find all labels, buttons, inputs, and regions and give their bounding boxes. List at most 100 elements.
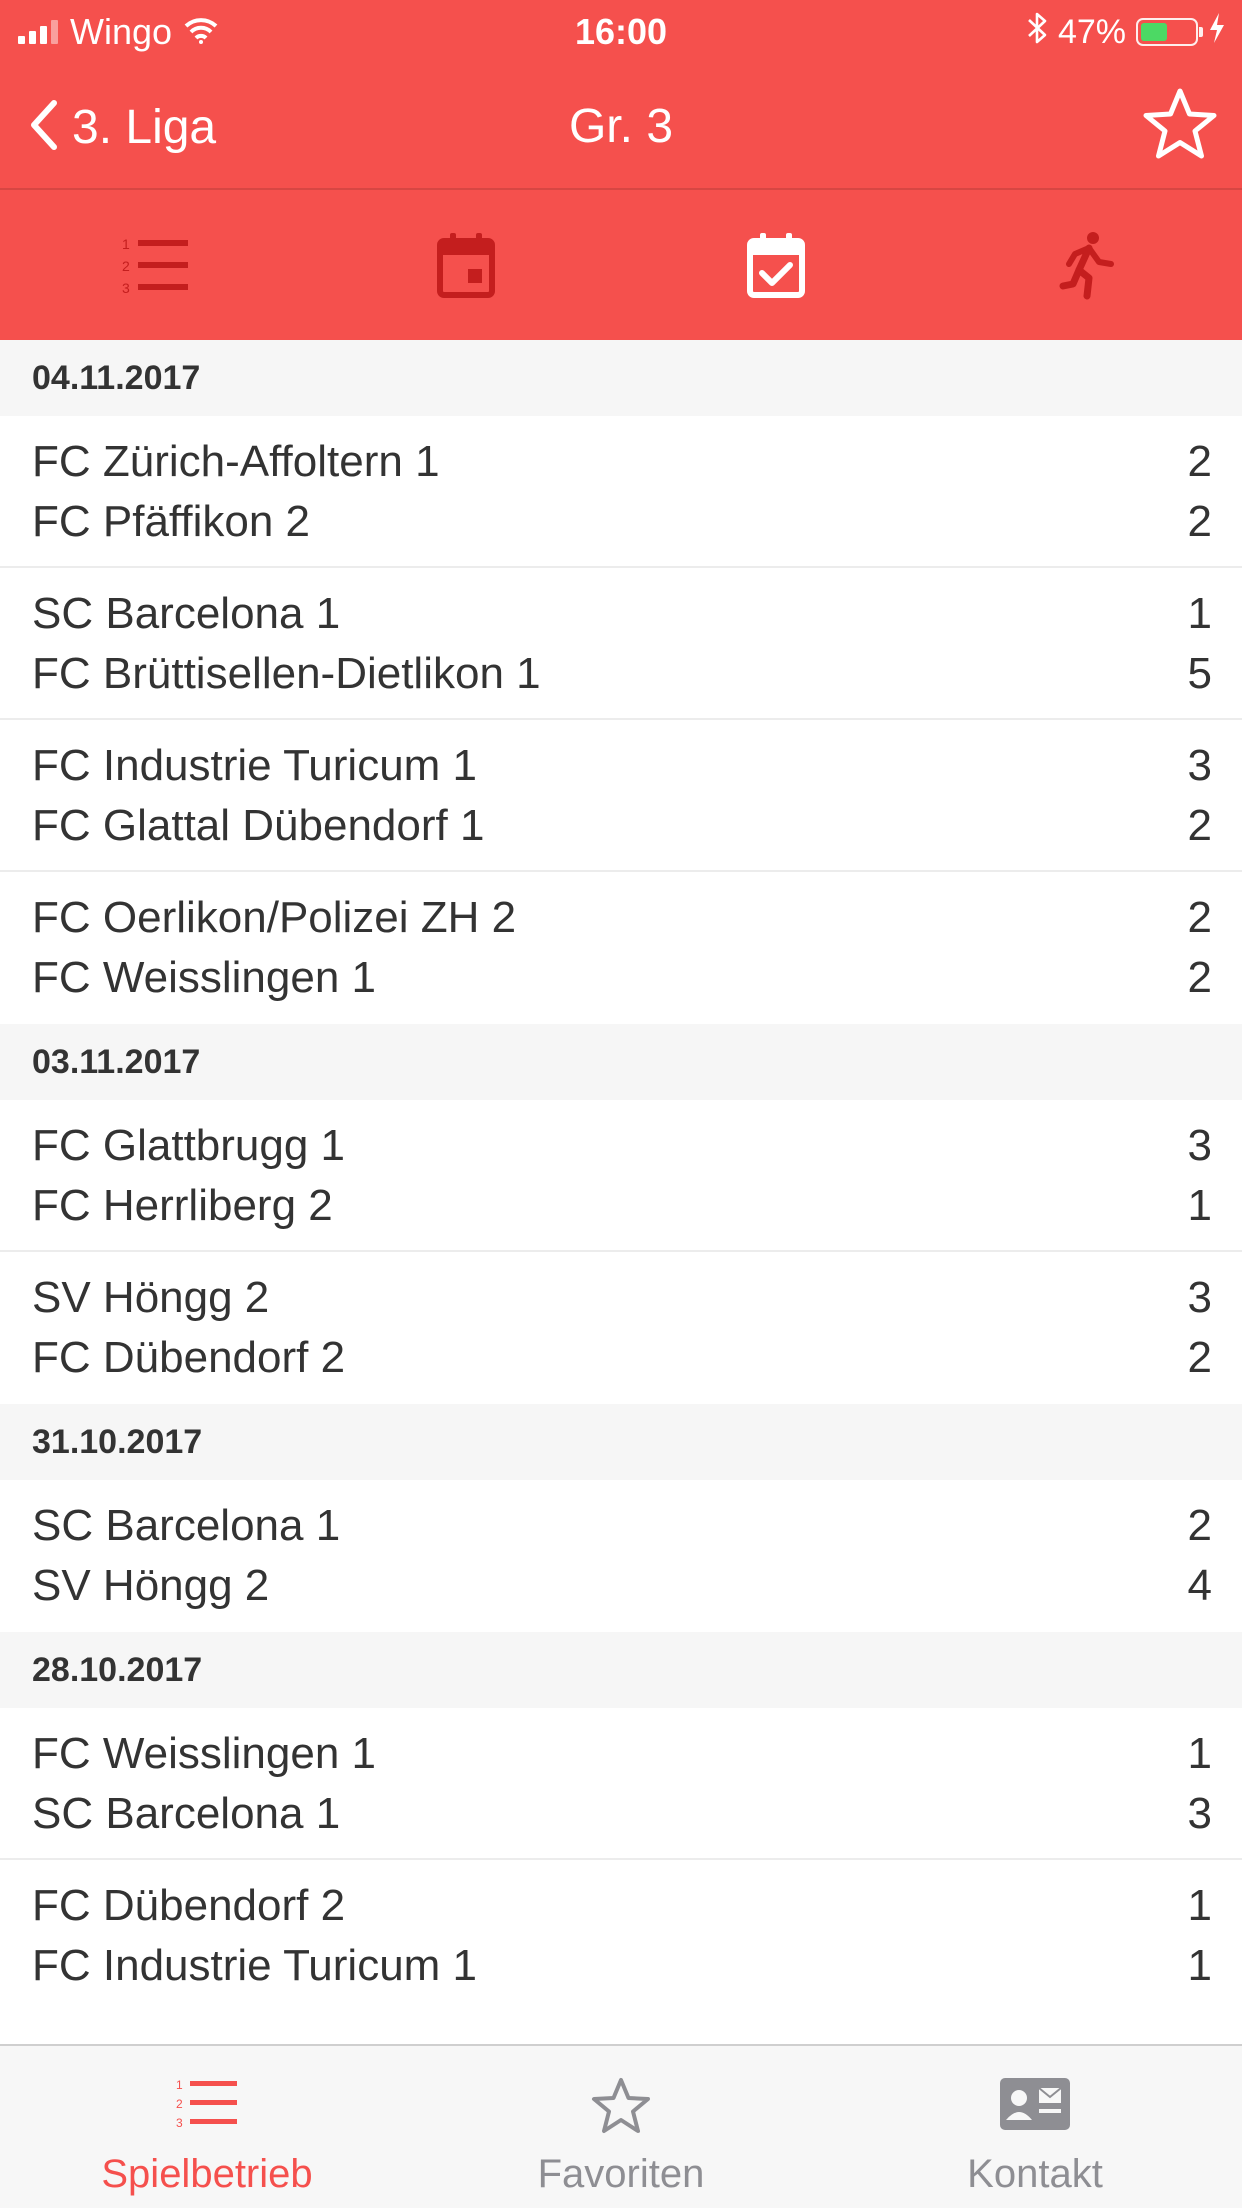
tab-spielbetrieb[interactable]: 1 2 3 Spielbetrieb <box>0 2046 414 2208</box>
tab-label: Kontakt <box>967 2152 1103 2196</box>
home-score: 2 <box>1187 893 1212 942</box>
home-score: 2 <box>1187 437 1212 486</box>
away-line: SV Höngg 2 4 <box>32 1556 1212 1616</box>
running-person-icon <box>1059 232 1114 300</box>
svg-text:2: 2 <box>176 2097 183 2111</box>
tab-schedule[interactable] <box>311 190 622 340</box>
svg-text:2: 2 <box>122 258 130 274</box>
svg-text:1: 1 <box>176 2078 183 2092</box>
away-score: 1 <box>1187 1181 1212 1230</box>
home-line: SC Barcelona 1 2 <box>32 1496 1212 1556</box>
match-row[interactable]: FC Glattbrugg 1 3 FC Herrliberg 2 1 <box>0 1100 1242 1252</box>
away-line: FC Glattal Dübendorf 1 2 <box>32 796 1212 856</box>
home-team-name: SC Barcelona 1 <box>32 1501 341 1550</box>
star-icon <box>1143 88 1217 159</box>
date-section-header: 31.10.2017 <box>0 1404 1242 1480</box>
segment-tabs: 1 2 3 <box>0 190 1242 340</box>
away-score: 3 <box>1187 1789 1212 1838</box>
away-team-name: FC Weisslingen 1 <box>32 953 376 1002</box>
away-score: 2 <box>1187 953 1212 1002</box>
away-line: FC Weisslingen 1 2 <box>32 948 1212 1008</box>
tab-label: Spielbetrieb <box>101 2152 313 2196</box>
tab-favoriten[interactable]: Favoriten <box>414 2046 828 2208</box>
away-team-name: FC Herrliberg 2 <box>32 1181 333 1230</box>
home-team-name: FC Dübendorf 2 <box>32 1881 346 1930</box>
home-team-name: FC Glattbrugg 1 <box>32 1121 346 1170</box>
match-row[interactable]: FC Weisslingen 1 1 SC Barcelona 1 3 <box>0 1708 1242 1860</box>
results-list[interactable]: 04.11.2017 FC Zürich-Affoltern 1 2 FC Pfäff… <box>0 340 1242 2044</box>
home-team-name: FC Weisslingen 1 <box>32 1729 376 1778</box>
home-team-name: SV Höngg 2 <box>32 1273 270 1322</box>
bottom-tab-bar: 1 2 3 Spielbetrieb Favoriten Kontakt <box>0 2044 1242 2208</box>
away-line: FC Herrliberg 2 1 <box>32 1176 1212 1236</box>
tab-label: Favoriten <box>537 2152 705 2196</box>
date-section-header: 04.11.2017 <box>0 340 1242 416</box>
home-line: FC Oerlikon/Polizei ZH 2 2 <box>32 888 1212 948</box>
match-row[interactable]: FC Dübendorf 2 1 FC Industrie Turicum 1 1 <box>0 1860 1242 2012</box>
away-score: 4 <box>1187 1561 1212 1610</box>
match-row[interactable]: SV Höngg 2 3 FC Dübendorf 2 2 <box>0 1252 1242 1404</box>
home-line: FC Weisslingen 1 1 <box>32 1724 1212 1784</box>
away-line: FC Dübendorf 2 2 <box>32 1328 1212 1388</box>
svg-text:3: 3 <box>122 280 130 296</box>
navigation-bar: 3. Liga Gr. 3 <box>0 64 1242 190</box>
home-score: 1 <box>1187 1881 1212 1930</box>
away-line: FC Brüttisellen-Dietlikon 1 5 <box>32 644 1212 704</box>
home-line: SC Barcelona 1 1 <box>32 584 1212 644</box>
home-line: FC Glattbrugg 1 3 <box>32 1116 1212 1176</box>
numbered-list-icon: 1 2 3 <box>122 236 189 296</box>
svg-text:3: 3 <box>176 2116 183 2130</box>
tab-kontakt[interactable]: Kontakt <box>828 2046 1242 2208</box>
numbered-list-icon: 1 2 3 <box>176 2078 237 2130</box>
favorite-button[interactable] <box>1142 86 1218 167</box>
home-score: 1 <box>1187 1729 1212 1778</box>
away-team-name: SC Barcelona 1 <box>32 1789 341 1838</box>
header: Wingo 16:00 47% 3. Liga Gr. 3 1 2 3 <box>0 0 1242 340</box>
bluetooth-icon <box>1026 11 1048 54</box>
calendar-check-icon <box>747 233 806 298</box>
away-line: SC Barcelona 1 3 <box>32 1784 1212 1844</box>
match-row[interactable]: FC Industrie Turicum 1 3 FC Glattal Dübend… <box>0 720 1242 872</box>
home-score: 2 <box>1187 1501 1212 1550</box>
home-score: 3 <box>1187 741 1212 790</box>
away-team-name: FC Pfäffikon 2 <box>32 497 310 546</box>
away-line: FC Pfäffikon 2 2 <box>32 492 1212 552</box>
home-team-name: SC Barcelona 1 <box>32 589 341 638</box>
away-team-name: FC Brüttisellen-Dietlikon 1 <box>32 649 541 698</box>
battery-icon <box>1136 18 1203 46</box>
battery-percent: 47% <box>1057 12 1126 51</box>
home-line: FC Zürich-Affoltern 1 2 <box>32 432 1212 492</box>
charging-icon <box>1208 12 1226 53</box>
home-team-name: FC Zürich-Affoltern 1 <box>32 437 440 486</box>
match-row[interactable]: SC Barcelona 1 1 FC Brüttisellen-Dietlikon… <box>0 568 1242 720</box>
tab-ranking[interactable]: 1 2 3 <box>0 190 311 340</box>
contact-card-icon <box>1000 2078 1070 2130</box>
match-row[interactable]: FC Zürich-Affoltern 1 2 FC Pfäffikon 2 2 <box>0 416 1242 568</box>
home-line: FC Industrie Turicum 1 3 <box>32 736 1212 796</box>
home-team-name: FC Industrie Turicum 1 <box>32 741 478 790</box>
tab-players[interactable] <box>932 190 1242 340</box>
away-score: 2 <box>1187 1333 1212 1382</box>
away-line: FC Industrie Turicum 1 1 <box>32 1936 1212 1996</box>
status-right: 47% <box>1026 8 1226 56</box>
home-line: FC Dübendorf 2 1 <box>32 1876 1212 1936</box>
home-team-name: FC Oerlikon/Polizei ZH 2 <box>32 893 517 942</box>
star-icon <box>592 2078 650 2133</box>
date-section-header: 28.10.2017 <box>0 1632 1242 1708</box>
home-score: 3 <box>1187 1121 1212 1170</box>
match-row[interactable]: FC Oerlikon/Polizei ZH 2 2 FC Weisslingen … <box>0 872 1242 1024</box>
svg-text:1: 1 <box>122 236 130 252</box>
status-bar: Wingo 16:00 47% <box>0 0 1242 64</box>
home-score: 1 <box>1187 589 1212 638</box>
away-score: 1 <box>1187 1941 1212 1990</box>
away-score: 2 <box>1187 801 1212 850</box>
tab-results[interactable] <box>621 190 932 340</box>
match-row[interactable]: SC Barcelona 1 2 SV Höngg 2 4 <box>0 1480 1242 1632</box>
away-score: 2 <box>1187 497 1212 546</box>
away-team-name: FC Dübendorf 2 <box>32 1333 346 1382</box>
away-score: 5 <box>1187 649 1212 698</box>
page-title: Gr. 3 <box>568 100 674 153</box>
away-team-name: FC Glattal Dübendorf 1 <box>32 801 485 850</box>
away-team-name: SV Höngg 2 <box>32 1561 270 1610</box>
away-team-name: FC Industrie Turicum 1 <box>32 1941 478 1990</box>
